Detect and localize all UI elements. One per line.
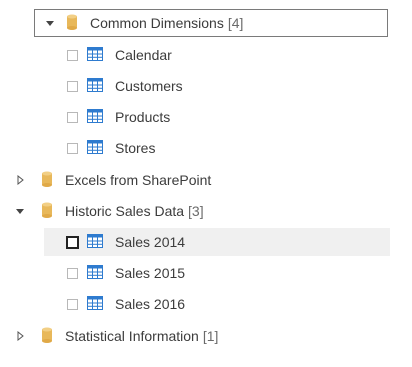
item-checkbox[interactable] [67, 49, 78, 61]
item-label: Calendar [115, 47, 172, 63]
table-icon [87, 233, 103, 251]
folder-count: [1] [202, 328, 219, 344]
navigator-tree: Common Dimensions [4] Calendar Customers… [0, 0, 412, 367]
item-checkbox[interactable] [67, 267, 78, 279]
list-item-customers[interactable]: Customers [44, 72, 390, 100]
item-label: Stores [115, 140, 156, 156]
list-item-products[interactable]: Products [44, 103, 390, 131]
list-item-stores[interactable]: Stores [44, 134, 390, 162]
item-label: Customers [115, 78, 183, 94]
triangle-down-icon[interactable] [14, 205, 26, 217]
item-label: Sales 2014 [115, 234, 186, 250]
item-label: Sales 2016 [115, 296, 186, 312]
table-icon [87, 264, 103, 282]
item-checkbox[interactable] [66, 235, 79, 249]
database-icon [41, 327, 53, 346]
triangle-right-icon[interactable] [14, 330, 26, 342]
folder-label: Statistical Information [65, 328, 199, 344]
triangle-right-icon[interactable] [14, 174, 26, 186]
list-item-sales-2014[interactable]: Sales 2014 [44, 228, 390, 256]
item-label: Sales 2015 [115, 265, 186, 281]
folder-count: [3] [188, 203, 204, 219]
table-icon [87, 77, 103, 95]
item-label: Products [115, 109, 171, 125]
table-icon [87, 108, 103, 126]
list-item-sales-2016[interactable]: Sales 2016 [44, 290, 390, 318]
item-checkbox[interactable] [67, 142, 78, 154]
folder-row-common-dimensions[interactable]: Common Dimensions [4] [34, 9, 388, 37]
database-icon [41, 202, 53, 221]
database-icon [66, 14, 78, 33]
item-checkbox[interactable] [67, 298, 78, 310]
folder-row-historic-sales-data[interactable]: Historic Sales Data [3] [0, 197, 390, 225]
list-item-sales-2015[interactable]: Sales 2015 [44, 259, 390, 287]
folder-label: Common Dimensions [90, 15, 224, 31]
triangle-down-icon[interactable] [44, 17, 56, 29]
database-icon [41, 171, 53, 190]
list-item-calendar[interactable]: Calendar [44, 41, 390, 69]
folder-label: Excels from SharePoint [65, 172, 212, 188]
table-icon [87, 295, 103, 313]
table-icon [87, 139, 103, 157]
folder-row-statistical-information[interactable]: Statistical Information [1] [0, 322, 390, 350]
folder-label: Historic Sales Data [65, 203, 185, 219]
item-checkbox[interactable] [67, 80, 78, 92]
table-icon [87, 46, 103, 64]
item-checkbox[interactable] [67, 111, 78, 123]
folder-row-excels-from-sharepoint[interactable]: Excels from SharePoint [0, 166, 390, 194]
folder-count: [4] [227, 15, 244, 31]
